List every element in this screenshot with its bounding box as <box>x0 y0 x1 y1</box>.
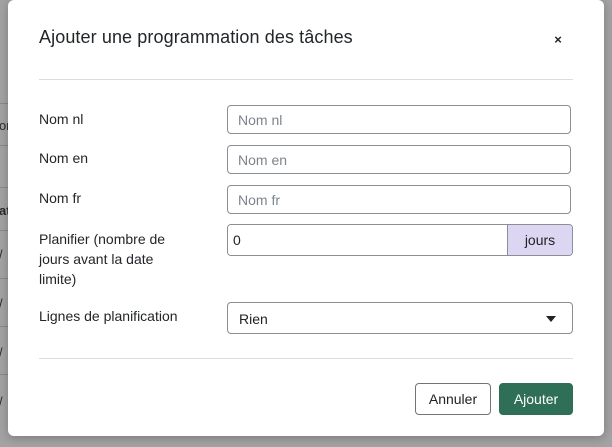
background-text-fragment: / <box>0 247 3 262</box>
name-fr-label: Nom fr <box>39 190 81 206</box>
name-fr-input[interactable] <box>227 185 571 214</box>
background-text-fragment: / <box>0 296 3 311</box>
name-en-input[interactable] <box>227 145 571 174</box>
caret-down-icon <box>546 316 556 322</box>
add-button[interactable]: Ajouter <box>499 383 573 415</box>
add-task-schedule-dialog: Ajouter une programmation des tâches × N… <box>8 0 604 436</box>
days-unit-addon: jours <box>507 225 572 255</box>
footer-divider <box>39 358 573 359</box>
schedule-days-label: Planifier (nombre de jours avant la date… <box>39 231 166 287</box>
schedule-lines-select[interactable]: Rien <box>227 302 573 334</box>
schedule-days-input[interactable] <box>228 225 507 255</box>
name-nl-label: Nom nl <box>39 111 84 127</box>
background-text-fragment: / <box>0 394 3 409</box>
schedule-days-group: jours <box>227 224 573 256</box>
cancel-button[interactable]: Annuler <box>415 383 491 415</box>
dialog-title: Ajouter une programmation des tâches <box>39 27 353 47</box>
background-text-fragment: / <box>0 345 3 360</box>
schedule-lines-label: Lignes de planification <box>39 308 178 324</box>
header-divider <box>39 79 573 80</box>
name-en-label: Nom en <box>39 150 89 166</box>
schedule-lines-selected-value: Rien <box>239 311 268 327</box>
close-icon[interactable]: × <box>548 30 568 50</box>
name-nl-input[interactable] <box>227 105 571 134</box>
